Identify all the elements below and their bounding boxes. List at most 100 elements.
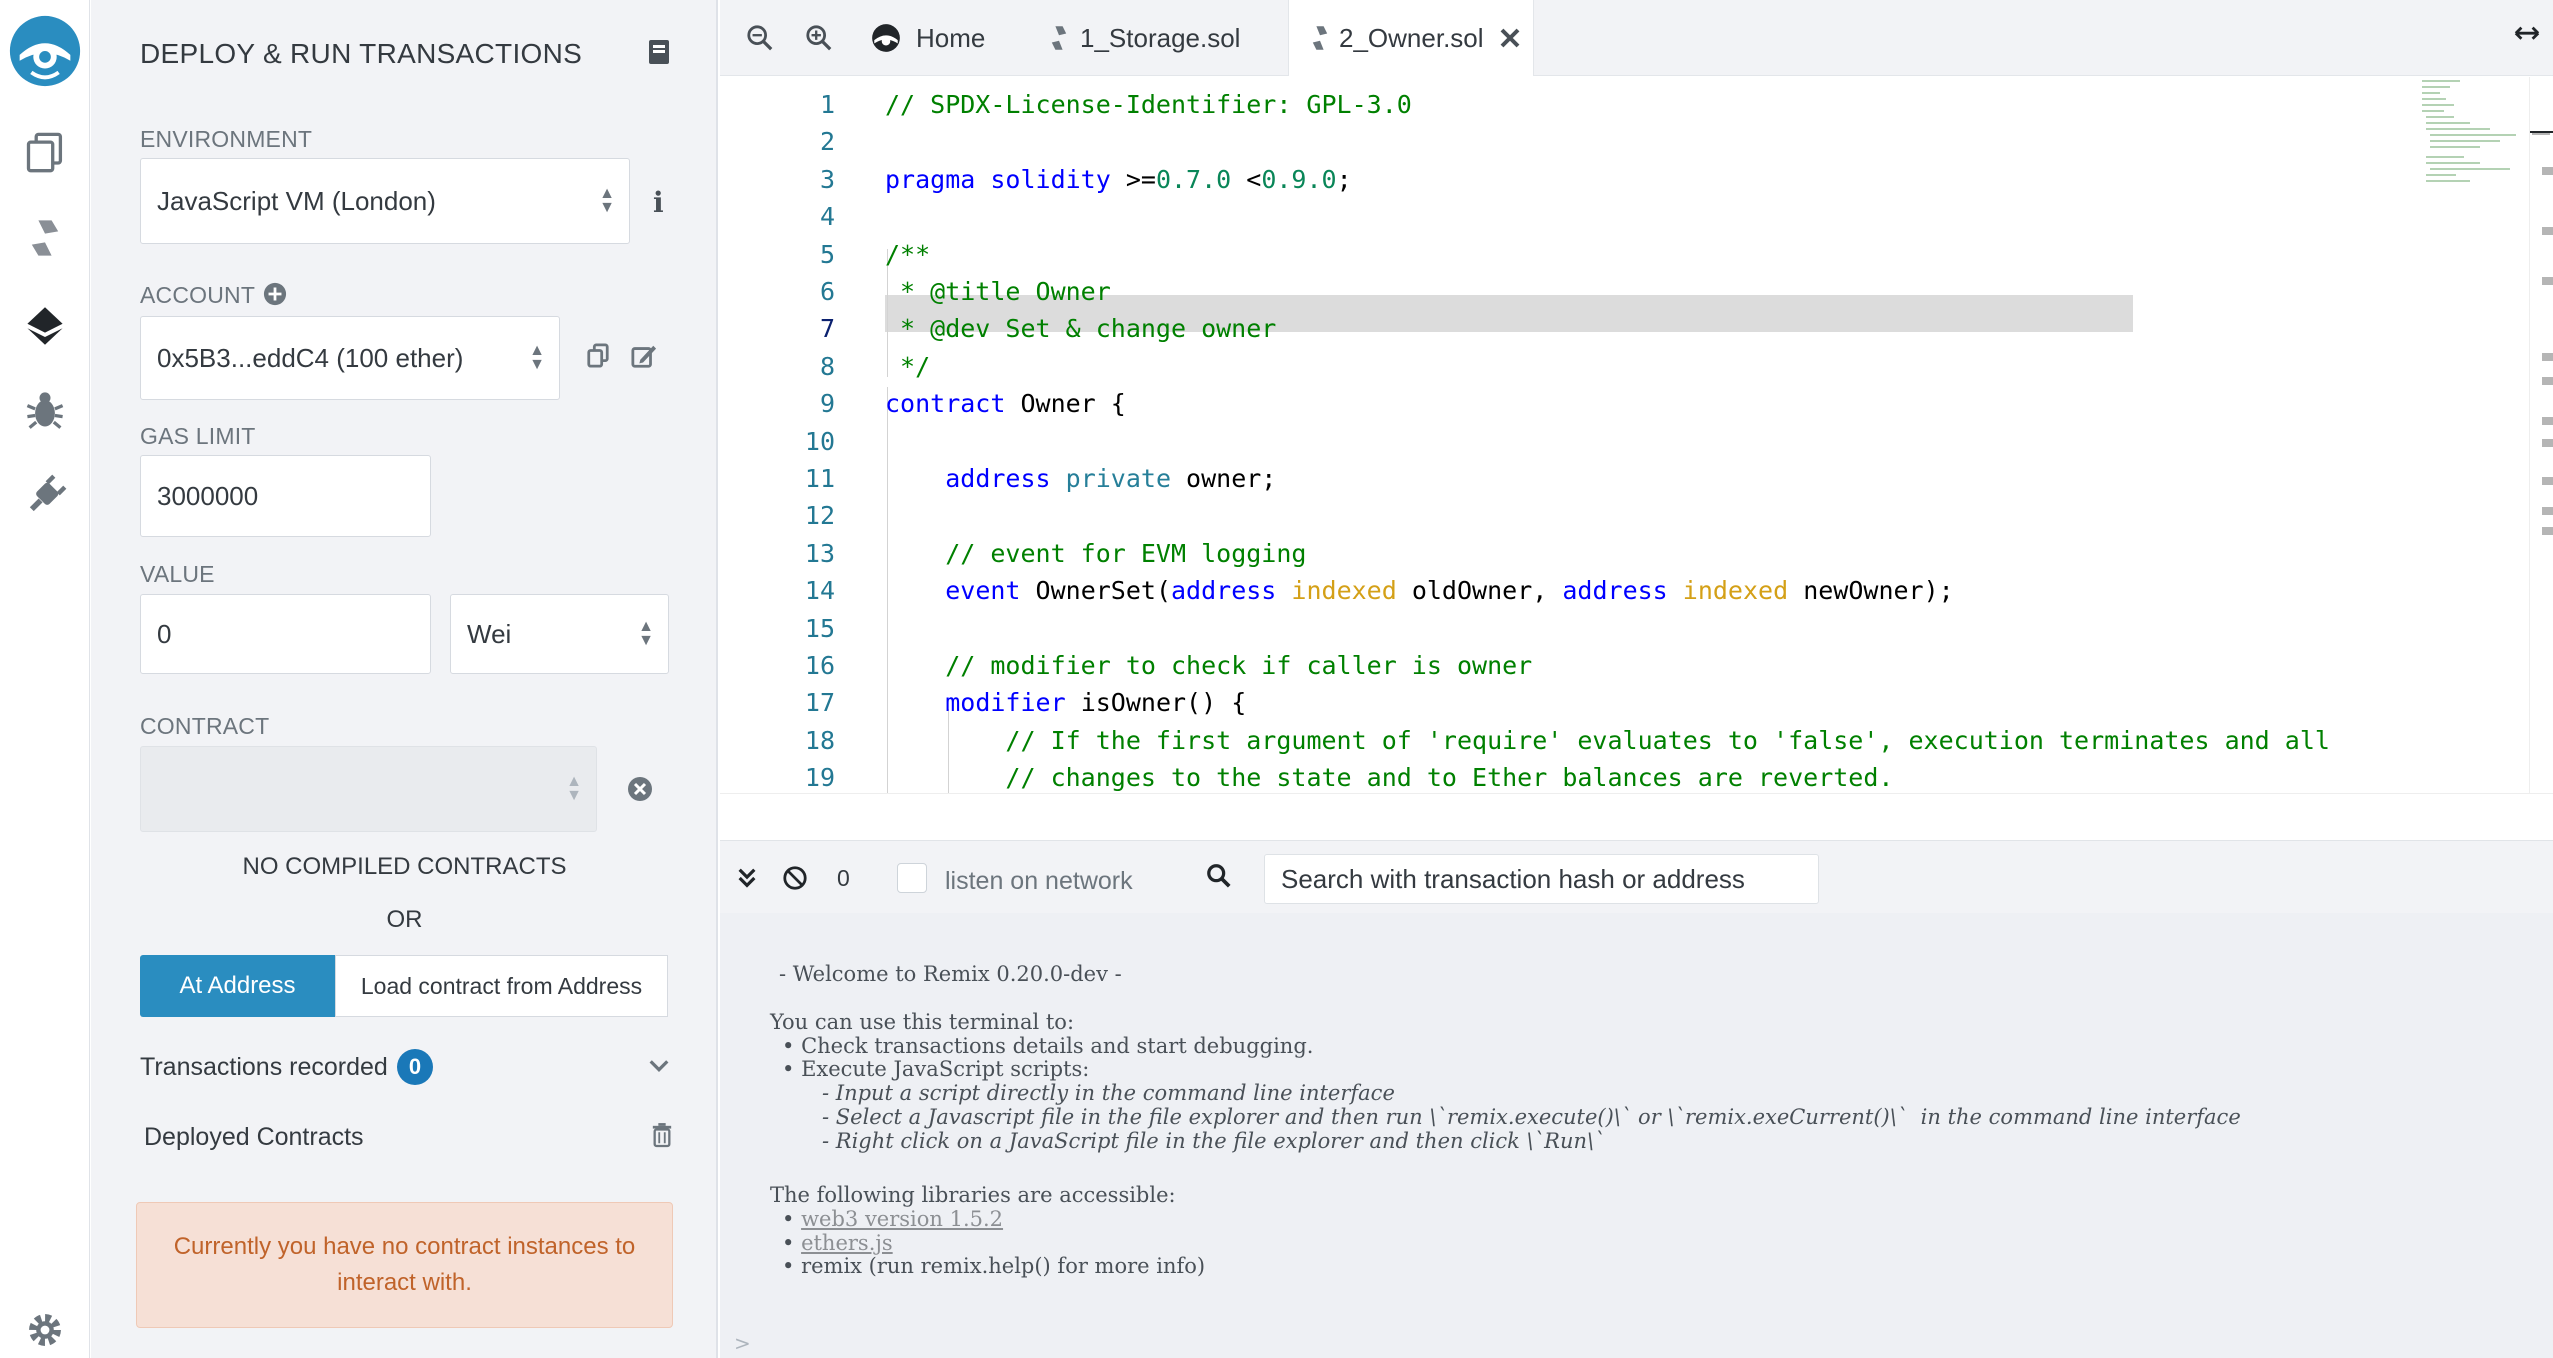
contract-label: CONTRACT	[140, 713, 270, 739]
list-item: • Check transactions details and start d…	[782, 1034, 1314, 1058]
icon-panel	[0, 0, 90, 1358]
tab-owner-active[interactable]: 2_Owner.sol	[1288, 0, 1534, 76]
remix-home-icon[interactable]	[4, 10, 86, 92]
sub-item: - Input a script directly in the command…	[822, 1081, 1395, 1105]
tab-home[interactable]: Home	[870, 0, 1020, 76]
copy-icon[interactable]	[586, 343, 612, 371]
select-arrows-icon: ▲ ▼	[599, 185, 615, 216]
environment-label: ENVIRONMENT	[140, 126, 313, 152]
terminal-toolbar: 0 listen on network Search with transact…	[720, 840, 2553, 913]
bullet-text: Check transactions details and start deb…	[801, 1034, 1314, 1058]
overview-ruler[interactable]	[2529, 77, 2553, 793]
transaction-search-input[interactable]: Search with transaction hash or address	[1264, 854, 1819, 904]
tab-storage[interactable]: 1_Storage.sol	[1050, 0, 1310, 76]
line-number: 8	[819, 351, 835, 381]
bullet-text: remix (run remix.help() for more info)	[801, 1254, 1206, 1278]
code-line: // If the first argument of 'require' ev…	[1005, 725, 2330, 755]
bullet-text: Execute JavaScript scripts:	[801, 1057, 1090, 1081]
tab-label: Home	[916, 22, 986, 53]
toggle-panel-arrows-icon[interactable]	[2513, 22, 2543, 52]
line-number: 14	[804, 576, 835, 606]
ethers-link[interactable]: ethers.js	[801, 1231, 893, 1255]
pending-tx-count: 0	[837, 865, 850, 891]
line-number: 7	[819, 314, 835, 344]
zoom-in-icon[interactable]	[805, 24, 835, 54]
line-number: 10	[804, 426, 835, 456]
plugin-manager-icon[interactable]	[17, 468, 73, 524]
close-tab-icon[interactable]	[1498, 26, 1522, 50]
info-icon[interactable]: i	[653, 186, 664, 219]
load-address-input[interactable]: Load contract from Address	[335, 955, 668, 1017]
value-input[interactable]: 0	[140, 594, 431, 674]
editor-tab-bar: Home 1_Storage.sol 2_Owner.sol	[720, 0, 2553, 76]
account-value: 0x5B3...eddC4 (100 ether)	[157, 342, 464, 373]
line-number: 11	[804, 464, 835, 493]
environment-value: JavaScript VM (London)	[157, 185, 436, 216]
contract-select[interactable]: ▲ ▼	[140, 746, 597, 832]
code-line: // changes to the state and to Ether bal…	[1005, 763, 1894, 793]
code-line: // event for EVM logging	[945, 538, 1307, 568]
list-item: • web3 version 1.5.2	[782, 1207, 1004, 1231]
line-number: 18	[804, 725, 835, 755]
gas-limit-label: GAS LIMIT	[140, 423, 256, 449]
line-number: 2	[819, 127, 835, 157]
listen-network-checkbox[interactable]	[897, 863, 927, 893]
at-address-button[interactable]: At Address	[140, 955, 335, 1017]
transactions-recorded-label[interactable]: Transactions recorded	[140, 1053, 388, 1082]
no-compiled-contracts-text: NO COMPILED CONTRACTS	[242, 853, 567, 880]
web3-link[interactable]: web3 version 1.5.2	[801, 1207, 1003, 1231]
code-line: event OwnerSet(address indexed oldOwner,…	[945, 576, 1954, 606]
deployed-contracts-label: Deployed Contracts	[144, 1123, 364, 1151]
clear-console-icon[interactable]	[782, 865, 810, 893]
line-number: 15	[804, 613, 835, 643]
command-prompt[interactable]: >	[734, 1331, 751, 1355]
deploy-run-panel: DEPLOY & RUN TRANSACTIONS ENVIRONMENT Ja…	[91, 0, 718, 1358]
line-number: 13	[804, 538, 835, 568]
collapse-terminal-icon[interactable]	[736, 866, 760, 892]
value-label: VALUE	[140, 561, 215, 587]
add-account-icon[interactable]	[263, 282, 289, 308]
code-editor[interactable]: 1 // SPDX-License-Identifier: GPL-3.0 2 3 pr…	[720, 77, 2553, 793]
line-number: 6	[819, 277, 835, 306]
environment-select[interactable]: JavaScript VM (London) ▲ ▼	[140, 158, 630, 244]
file-explorer-icon[interactable]	[17, 124, 73, 180]
documentation-book-icon[interactable]	[646, 38, 672, 66]
select-arrows-icon: ▲ ▼	[566, 773, 582, 804]
list-item: • Execute JavaScript scripts:	[782, 1057, 1090, 1081]
code-line: * @dev Set & change owner	[885, 314, 1277, 344]
solidity-compiler-icon[interactable]	[17, 210, 73, 266]
terminal-output[interactable]: - Welcome to Remix 0.20.0-dev - You can …	[720, 913, 2553, 1358]
clear-contract-icon[interactable]	[627, 776, 653, 802]
edit-signature-icon[interactable]	[631, 343, 659, 371]
code-line: // SPDX-License-Identifier: GPL-3.0	[885, 90, 1412, 119]
select-arrows-icon: ▲ ▼	[638, 618, 654, 649]
minimap[interactable]	[2420, 77, 2528, 187]
solidity-file-icon	[1312, 26, 1328, 50]
line-number: 17	[804, 688, 835, 718]
tab-label: 1_Storage.sol	[1080, 22, 1241, 53]
chevron-down-icon[interactable]	[647, 1054, 673, 1080]
value-unit-select[interactable]: Wei ▲ ▼	[450, 594, 669, 674]
select-arrows-icon: ▲ ▼	[529, 342, 545, 373]
gas-limit-input[interactable]: 3000000	[140, 455, 431, 537]
no-instances-warning: Currently you have no contract instances…	[136, 1202, 673, 1328]
line-number: 5	[819, 239, 835, 269]
line-number: 3	[819, 164, 835, 194]
line-number: 12	[804, 501, 835, 531]
code-line: /**	[885, 239, 931, 269]
account-select[interactable]: 0x5B3...eddC4 (100 ether) ▲ ▼	[140, 316, 560, 400]
code-line: */	[885, 351, 931, 381]
settings-gear-icon[interactable]	[17, 1302, 73, 1358]
deploy-run-icon[interactable]	[17, 298, 73, 354]
code-line: address private owner;	[945, 464, 1277, 493]
line-number: 4	[819, 202, 835, 232]
debugger-icon[interactable]	[17, 382, 73, 438]
libs-intro-text: The following libraries are accessible:	[770, 1183, 1176, 1207]
zoom-out-icon[interactable]	[746, 24, 776, 54]
trash-icon[interactable]	[651, 1122, 675, 1150]
value-amount: 0	[157, 618, 172, 649]
listen-network-label: listen on network	[945, 867, 1133, 895]
sub-item: - Select a Javascript file in the file e…	[822, 1105, 2241, 1129]
code-line: pragma solidity >=0.7.0 <0.9.0;	[885, 164, 1352, 194]
code-line: * @title Owner	[885, 277, 1111, 306]
